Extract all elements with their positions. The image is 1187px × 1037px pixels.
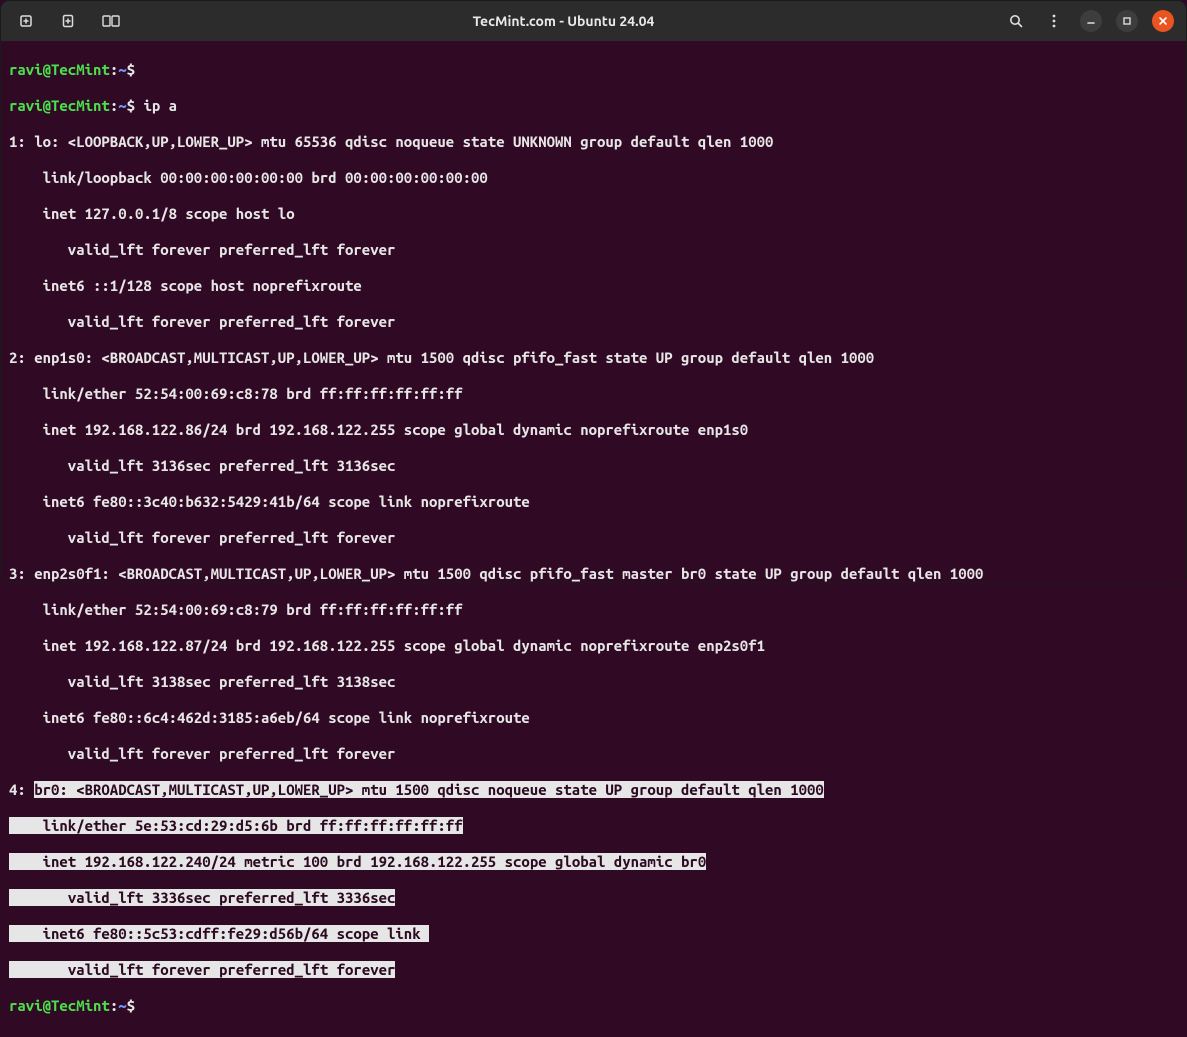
split-view-icon[interactable] (99, 9, 123, 33)
output-line-highlight: valid_lft forever preferred_lft forever (9, 961, 1178, 979)
output-line: inet 192.168.122.86/24 brd 192.168.122.2… (9, 421, 1178, 439)
output-line-highlight: inet 192.168.122.240/24 metric 100 brd 1… (9, 853, 1178, 871)
titlebar-right-icons (1004, 9, 1174, 33)
output-line: inet6 ::1/128 scope host noprefixroute (9, 277, 1178, 295)
search-icon[interactable] (1004, 9, 1028, 33)
output-line: valid_lft forever preferred_lft forever (9, 313, 1178, 331)
output-line: link/loopback 00:00:00:00:00:00 brd 00:0… (9, 169, 1178, 187)
command-text: ip a (143, 97, 177, 114)
prompt-user-host: ravi@TecMint (9, 61, 110, 78)
output-line: inet6 fe80::6c4:462d:3185:a6eb/64 scope … (9, 709, 1178, 727)
output-line: link/ether 52:54:00:69:c8:78 brd ff:ff:f… (9, 385, 1178, 403)
output-line-highlight: valid_lft 3336sec preferred_lft 3336sec (9, 889, 1178, 907)
window-close-button[interactable] (1152, 10, 1174, 32)
prompt-line: ravi@TecMint:~$ ip a (9, 97, 1178, 115)
prompt-line: ravi@TecMint:~$ (9, 61, 1178, 79)
titlebar-left-icons (15, 9, 123, 33)
output-line: valid_lft 3138sec preferred_lft 3138sec (9, 673, 1178, 691)
menu-icon[interactable] (1042, 9, 1066, 33)
prompt-path: ~ (118, 61, 126, 78)
new-tab-icon[interactable] (15, 9, 39, 33)
output-line: valid_lft forever preferred_lft forever (9, 745, 1178, 763)
window-maximize-button[interactable] (1116, 10, 1138, 32)
output-line: inet 192.168.122.87/24 brd 192.168.122.2… (9, 637, 1178, 655)
output-line-highlight: 4: br0: <BROADCAST,MULTICAST,UP,LOWER_UP… (9, 781, 1178, 799)
output-line-highlight: link/ether 5e:53:cd:29:d5:6b brd ff:ff:f… (9, 817, 1178, 835)
output-line-highlight: inet6 fe80::5c53:cdff:fe29:d56b/64 scope… (9, 925, 1178, 943)
output-line: link/ether 52:54:00:69:c8:79 brd ff:ff:f… (9, 601, 1178, 619)
output-line: valid_lft forever preferred_lft forever (9, 241, 1178, 259)
output-line: 3: enp2s0f1: <BROADCAST,MULTICAST,UP,LOW… (9, 565, 1178, 583)
window-title: TecMint.com - Ubuntu 24.04 (123, 12, 1004, 30)
output-line: 1: lo: <LOOPBACK,UP,LOWER_UP> mtu 65536 … (9, 133, 1178, 151)
output-line: 2: enp1s0: <BROADCAST,MULTICAST,UP,LOWER… (9, 349, 1178, 367)
new-window-icon[interactable] (57, 9, 81, 33)
output-line: valid_lft forever preferred_lft forever (9, 529, 1178, 547)
window-titlebar: TecMint.com - Ubuntu 24.04 (1, 1, 1186, 41)
terminal-output[interactable]: ravi@TecMint:~$ ravi@TecMint:~$ ip a 1: … (1, 41, 1186, 1037)
output-line: inet6 fe80::3c40:b632:5429:41b/64 scope … (9, 493, 1178, 511)
output-line: valid_lft 3136sec preferred_lft 3136sec (9, 457, 1178, 475)
output-line: inet 127.0.0.1/8 scope host lo (9, 205, 1178, 223)
window-minimize-button[interactable] (1080, 10, 1102, 32)
prompt-line: ravi@TecMint:~$ (9, 997, 1178, 1015)
